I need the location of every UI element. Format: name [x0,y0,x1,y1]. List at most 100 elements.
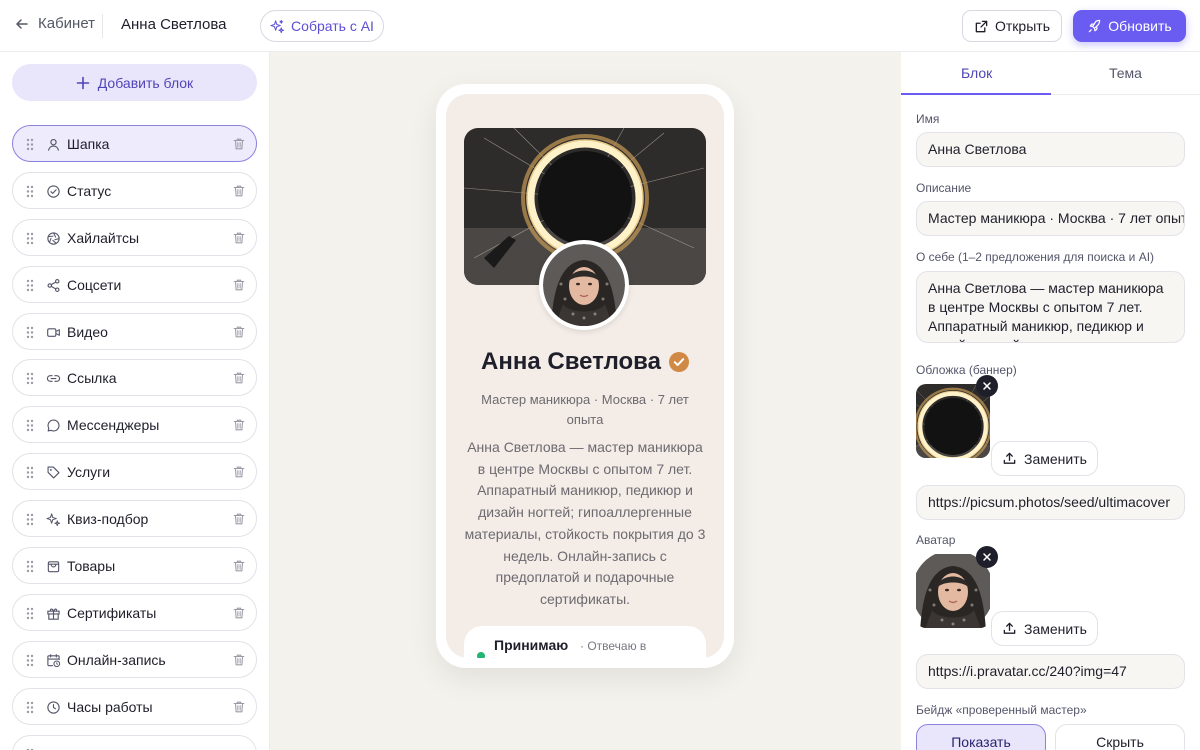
upload-icon [1002,621,1017,636]
phone-screen: Анна Светлова Мастер маникюра · Москва ·… [446,94,724,658]
drag-handle-icon[interactable] [26,279,34,292]
check-circle-icon [47,185,60,198]
add-block-label: Добавить блок [97,74,194,91]
trash-icon[interactable] [232,700,246,714]
update-button[interactable]: Обновить [1073,10,1186,42]
chat-bubble-icon [47,419,60,432]
page-title: Анна Светлова [121,16,227,33]
replace-cover-button[interactable]: Заменить [991,441,1098,476]
top-bar: Кабинет Анна Светлова Собрать с AI Откры… [0,0,1200,52]
about-textarea[interactable]: Анна Светлова — мастер маникюра в центре… [916,271,1185,343]
trash-icon[interactable] [232,325,246,339]
badge-show-button[interactable]: Показать [916,724,1046,750]
block-item-status[interactable]: Статус [12,171,257,209]
drag-handle-icon[interactable] [26,513,34,526]
status-title: Принимаю [494,637,569,653]
blocks-list: Шапка Статус Хайлайтсы Соцсети Видео Ссы… [12,125,257,750]
profile-description: Мастер маникюра · Москва · 7 лет опыта [481,392,689,427]
drag-handle-icon[interactable] [26,419,34,432]
trash-icon[interactable] [232,137,246,151]
share-icon [47,278,60,292]
trash-icon[interactable] [232,371,246,385]
block-label: Сертификаты [67,604,157,621]
block-label: Видео [67,323,108,340]
block-label: Онлайн-запись [67,651,166,668]
link-icon [46,375,61,383]
open-button[interactable]: Открыть [962,10,1062,42]
status-card[interactable]: Принимаю · Отвечаю в [464,626,706,658]
name-input[interactable]: Анна Светлова [916,132,1185,167]
status-subtitle: · Отвечаю в [580,639,647,653]
description-label: Описание [916,181,972,195]
drag-handle-icon[interactable] [26,232,34,245]
block-item-messengers[interactable]: Мессенджеры [12,406,257,444]
arrow-left-icon [16,18,28,29]
block-item-highlights[interactable]: Хайлайтсы [12,218,257,256]
tag-icon [47,466,60,479]
aperture-icon [47,232,60,245]
profile-name-row: Анна Светлова [446,348,724,376]
block-label: Квиз-подбор [67,511,149,528]
block-item-certificates[interactable]: Сертификаты [12,593,257,631]
divider [102,14,103,38]
block-item-hours[interactable]: Часы работы [12,687,257,725]
build-with-ai-button[interactable]: Собрать с AI [260,10,384,42]
drag-handle-icon[interactable] [26,560,34,573]
drag-handle-icon[interactable] [26,372,34,385]
shopping-bag-icon [47,561,60,573]
cover-url-input[interactable]: https://picsum.photos/seed/ultimacover [916,485,1185,520]
back-button[interactable]: Кабинет [14,15,95,32]
trash-icon[interactable] [232,418,246,432]
trash-icon[interactable] [232,512,246,526]
online-status-dot [477,652,485,658]
block-item-booking[interactable]: Онлайн-запись [12,640,257,678]
trash-icon[interactable] [232,184,246,198]
profile-name: Анна Светлова [481,348,661,375]
drag-handle-icon[interactable] [26,654,34,667]
block-item-quiz[interactable]: Квиз-подбор [12,500,257,538]
replace-label: Заменить [1024,620,1087,637]
trash-icon[interactable] [232,231,246,245]
block-item-video[interactable]: Видео [12,312,257,350]
remove-avatar-button[interactable] [976,546,998,568]
cover-label: Обложка (баннер) [916,363,1017,377]
gift-icon [47,608,60,620]
tab-theme[interactable]: Тема [1109,65,1142,81]
avatar-url-input[interactable]: https://i.pravatar.cc/240?img=47 [916,654,1185,689]
trash-icon[interactable] [232,465,246,479]
ai-label: Собрать с AI [291,18,374,34]
drag-handle-icon[interactable] [26,185,34,198]
remove-cover-button[interactable] [976,375,998,397]
sparkles-icon [270,19,285,33]
trash-icon[interactable] [232,653,246,667]
block-item-partial[interactable] [12,734,257,750]
trash-icon[interactable] [232,559,246,573]
add-block-button[interactable]: Добавить блок [12,64,257,101]
tab-block[interactable]: Блок [961,65,992,81]
block-label: Мессенджеры [67,417,160,434]
back-label: Кабинет [38,15,96,32]
drag-handle-icon[interactable] [26,138,34,151]
replace-avatar-button[interactable]: Заменить [991,611,1098,646]
settings-panel: Блок Тема Имя Анна Светлова Описание Мас… [901,52,1200,750]
avatar-image [543,244,625,326]
block-item-products[interactable]: Товары [12,547,257,585]
block-label: Товары [67,558,116,575]
trash-icon[interactable] [232,606,246,620]
drag-handle-icon[interactable] [26,466,34,479]
name-label: Имя [916,112,940,126]
trash-icon[interactable] [232,278,246,292]
drag-handle-icon[interactable] [26,701,34,714]
block-item-header[interactable]: Шапка [12,125,257,162]
block-item-socials[interactable]: Соцсети [12,265,257,303]
description-input[interactable]: Мастер маникюра · Москва · 7 лет опыта [916,201,1185,236]
open-label: Открыть [995,18,1050,34]
cover-thumbnail [916,384,990,458]
drag-handle-icon[interactable] [26,607,34,620]
badge-hide-button[interactable]: Скрыть [1055,724,1185,750]
block-label: Хайлайтсы [67,229,140,246]
block-label: Ссылка [67,370,117,387]
block-item-link[interactable]: Ссылка [12,359,257,397]
drag-handle-icon[interactable] [26,326,34,339]
block-item-services[interactable]: Услуги [12,453,257,491]
